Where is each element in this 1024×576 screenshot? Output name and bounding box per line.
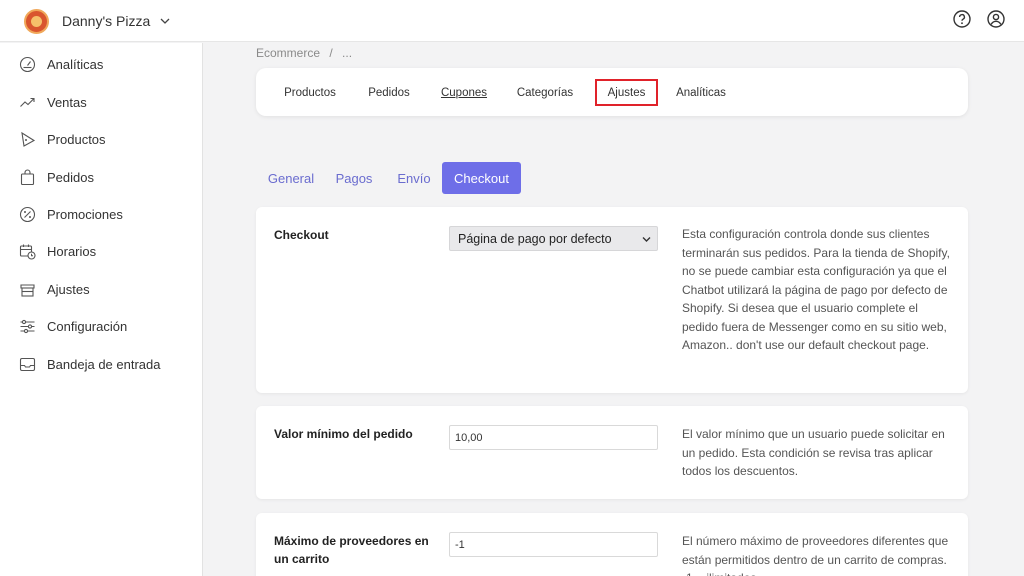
tab-pedidos[interactable]: Pedidos [358, 79, 420, 106]
sidebar-item-label: Pedidos [47, 169, 94, 185]
pizza-logo-icon [24, 8, 49, 34]
checkout-select[interactable]: Página de pago por defecto [449, 226, 658, 251]
max-providers-input[interactable] [449, 532, 658, 557]
checkout-description: Esta configuración controla donde sus cl… [682, 227, 950, 352]
sidebar-item-analiticas[interactable]: Analíticas [0, 50, 203, 78]
sidebar-item-label: Bandeja de entrada [47, 356, 161, 372]
checkout-setting-card: Checkout Página de pago por defecto Esta… [256, 207, 968, 393]
max-providers-description: El número máximo de proveedores diferent… [682, 534, 949, 576]
store-icon [20, 283, 35, 297]
top-bar: Danny's Pizza [0, 0, 1024, 42]
sidebar-item-ajustes[interactable]: Ajustes [0, 275, 203, 303]
tab-productos[interactable]: Productos [274, 79, 346, 106]
pizza-slice-icon [21, 131, 36, 147]
sidebar-item-label: Ventas [47, 94, 87, 110]
breadcrumb: Ecommerce / ... [256, 46, 358, 60]
tab-ajustes[interactable]: Ajustes [595, 79, 658, 106]
min-order-description: El valor mínimo que un usuario puede sol… [682, 427, 945, 478]
sidebar-item-promociones[interactable]: Promociones [0, 200, 203, 228]
sidebar-item-configuracion[interactable]: Configuración [0, 312, 203, 340]
max-providers-label: Máximo de proveedores en un carrito [274, 534, 429, 566]
tab-analiticas[interactable]: Analíticas [668, 79, 734, 106]
account-icon[interactable] [986, 9, 1006, 29]
sliders-icon [20, 319, 35, 333]
chevron-down-icon [160, 18, 170, 24]
breadcrumb-root[interactable]: Ecommerce [256, 46, 320, 60]
store-name: Danny's Pizza [62, 13, 151, 29]
sidebar: Analíticas Ventas Productos Pedidos Prom… [0, 43, 203, 576]
sidebar-item-ventas[interactable]: Ventas [0, 88, 203, 116]
subtab-envio[interactable]: Envío [390, 162, 438, 194]
inbox-icon [19, 357, 36, 371]
sidebar-item-productos[interactable]: Productos [0, 125, 203, 153]
sidebar-item-label: Promociones [47, 206, 123, 222]
checkout-select-value: Página de pago por defecto [458, 231, 612, 246]
min-order-label: Valor mínimo del pedido [274, 427, 413, 441]
trending-up-icon [20, 97, 35, 107]
dashboard-gauge-icon [19, 56, 36, 72]
shopping-bag-icon [20, 168, 35, 185]
breadcrumb-rest[interactable]: ... [342, 46, 352, 60]
sidebar-item-horarios[interactable]: Horarios [0, 237, 203, 265]
subtab-pagos[interactable]: Pagos [330, 162, 378, 194]
sidebar-item-label: Configuración [47, 318, 128, 334]
sidebar-item-label: Ajustes [47, 281, 90, 297]
checkout-label: Checkout [274, 228, 329, 242]
max-providers-setting-card: Máximo de proveedores en un carrito El n… [256, 513, 968, 576]
breadcrumb-separator: / [329, 46, 333, 60]
tab-cupones[interactable]: Cupones [434, 79, 494, 106]
sidebar-item-label: Horarios [47, 243, 97, 259]
sidebar-item-pedidos[interactable]: Pedidos [0, 163, 203, 191]
chevron-down-icon [642, 237, 651, 242]
calendar-clock-icon [19, 244, 36, 260]
subtab-general[interactable]: General [260, 162, 322, 194]
sidebar-item-label: Productos [47, 131, 106, 147]
discount-badge-icon [19, 206, 36, 222]
sidebar-item-label: Analíticas [47, 56, 104, 72]
sidebar-item-bandeja-de-entrada[interactable]: Bandeja de entrada [0, 350, 203, 378]
tab-categorias[interactable]: Categorías [508, 79, 582, 106]
min-order-setting-card: Valor mínimo del pedido El valor mínimo … [256, 406, 968, 499]
help-icon[interactable] [952, 9, 972, 29]
min-order-input[interactable] [449, 425, 658, 450]
section-nav: Productos Pedidos Cupones Categorías Aju… [256, 68, 968, 116]
subtab-checkout[interactable]: Checkout [442, 162, 521, 194]
store-switcher[interactable]: Danny's Pizza [24, 7, 172, 35]
